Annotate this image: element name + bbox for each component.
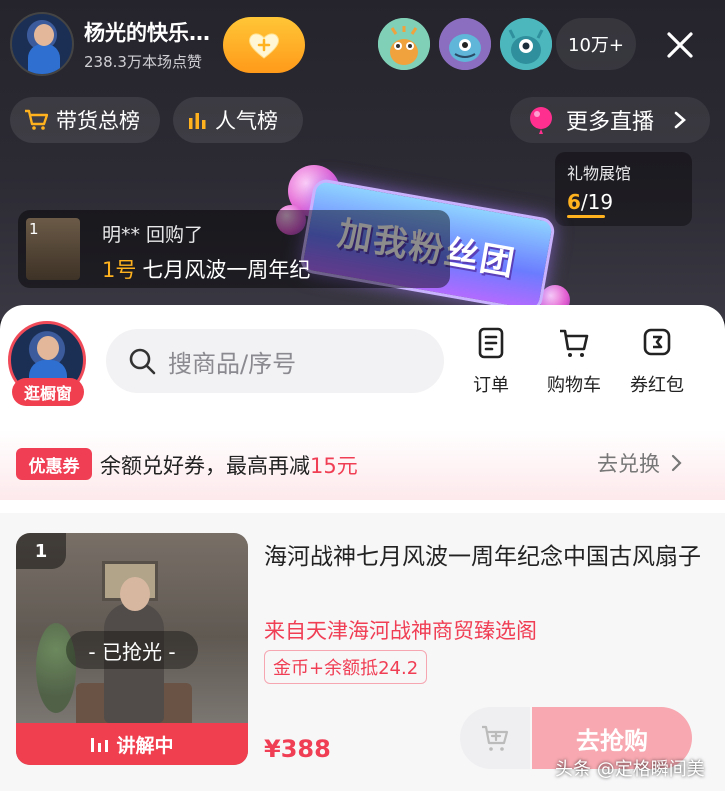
explaining-badge: 讲解中 (16, 723, 248, 765)
viewer-avatar[interactable] (500, 18, 552, 70)
repurchase-product-number: 1号 (102, 258, 137, 282)
coupon-icon (643, 328, 671, 356)
search-placeholder: 搜商品/序号 (168, 349, 297, 378)
add-cart-icon (482, 725, 509, 751)
shopping-cart-label: 购物车 (547, 375, 601, 396)
gift-hall-progress (567, 215, 605, 218)
sales-rank-pill[interactable]: 带货总榜 (10, 97, 160, 143)
sold-out-label: - 已抢光 - (66, 631, 198, 669)
gift-hall-title: 礼物展馆 (567, 164, 632, 183)
gift-hall-current: 6 (567, 190, 581, 214)
more-live-label: 更多直播 (566, 110, 655, 135)
coupon-row[interactable]: 优惠券 余额兑好券，最高再减15元 去兑换 (0, 430, 725, 500)
search-icon (129, 348, 156, 375)
host-name: 杨光的快乐… (84, 20, 210, 45)
repurchase-product-name: 七月风波一周年纪 (142, 258, 311, 282)
order-icon (478, 327, 504, 359)
monster-avatar-icon (500, 18, 552, 70)
shopping-cart-button[interactable]: 购物车 (535, 327, 613, 397)
host-info[interactable]: 杨光的快乐… 238.3万本场点赞 (10, 12, 222, 76)
shopping-cart-icon (560, 329, 589, 357)
coupon-wallet-button[interactable]: 券红包 (618, 327, 696, 397)
explaining-label: 讲解中 (116, 734, 174, 757)
more-live-button[interactable]: 更多直播 (510, 97, 710, 143)
close-icon (667, 32, 693, 58)
viewer-avatar[interactable] (439, 18, 491, 70)
coupon-badge: 优惠券 (16, 448, 92, 480)
coupon-exchange-link[interactable]: 去兑换 (597, 448, 684, 478)
product-price: ¥388 (264, 735, 331, 763)
follow-button[interactable] (223, 17, 305, 73)
gift-hall-total: /19 (580, 190, 614, 214)
repurchase-user-text: 明** 回购了 (102, 224, 204, 246)
orders-button[interactable]: 订单 (452, 327, 530, 397)
bar-chart-icon (189, 113, 206, 129)
search-input[interactable]: 搜商品/序号 (106, 329, 444, 393)
coupon-text-prefix: 余额兑好券，最高再减 (100, 454, 310, 478)
viewer-avatar[interactable] (378, 18, 430, 70)
repurchase-product: 1号 七月风波一周年纪 (102, 254, 310, 284)
product-number: 1 (16, 533, 66, 569)
add-to-cart-button[interactable] (460, 707, 530, 769)
repurchase-banner[interactable]: 1 明** 回购了 1号 七月风波一周年纪 (18, 210, 450, 288)
popularity-rank-label: 人气榜 (215, 109, 278, 133)
monster-avatar-icon (439, 18, 491, 70)
chevron-right-icon (671, 454, 682, 472)
host-likes: 238.3万本场点赞 (84, 52, 202, 71)
repurchase-thumb-number: 1 (29, 220, 39, 238)
shop-panel: 逛橱窗 搜商品/序号 订单 购物车 券红包 优惠券 余额兑好券，最高再减15元 (0, 305, 725, 791)
gift-hall-card[interactable]: 礼物展馆 6/19 (555, 152, 692, 226)
host-avatar[interactable] (10, 12, 74, 76)
product-image[interactable]: 1 - 已抢光 - 讲解中 (16, 533, 248, 765)
balloon-icon (530, 107, 552, 134)
orders-label: 订单 (473, 375, 509, 396)
shop-window-button[interactable]: 逛橱窗 (12, 378, 84, 406)
bar-chart-icon (91, 738, 109, 752)
chevron-right-icon (674, 111, 686, 129)
product-title[interactable]: 海河战神七月风波一周年纪念中国古风扇子 (264, 539, 704, 576)
repurchase-thumbnail: 1 (26, 218, 80, 280)
heart-plus-icon (249, 33, 279, 59)
viewer-count[interactable]: 10万+ (556, 18, 636, 70)
coupon-wallet-label: 券红包 (630, 375, 684, 396)
popularity-rank-pill[interactable]: 人气榜 (173, 97, 303, 143)
coupon-exchange-label: 去兑换 (597, 452, 660, 476)
product-discount-tag: 金币+余额抵24.2 (264, 650, 428, 684)
watermark: 头条 @定格瞬间美 (555, 759, 705, 780)
monster-avatar-icon (378, 18, 430, 70)
close-button[interactable] (655, 20, 705, 70)
coupon-text: 余额兑好券，最高再减15元 (100, 450, 358, 480)
coupon-amount: 15元 (310, 454, 358, 478)
sales-rank-label: 带货总榜 (56, 109, 140, 133)
gift-hall-count: 6/19 (567, 190, 680, 214)
cart-icon (25, 109, 48, 130)
product-card[interactable]: 1 - 已抢光 - 讲解中 海河战神七月风波一周年纪念中国古风扇子 来自天津海河… (0, 513, 725, 791)
product-source[interactable]: 来自天津海河战神商贸臻选阁 (264, 615, 537, 645)
